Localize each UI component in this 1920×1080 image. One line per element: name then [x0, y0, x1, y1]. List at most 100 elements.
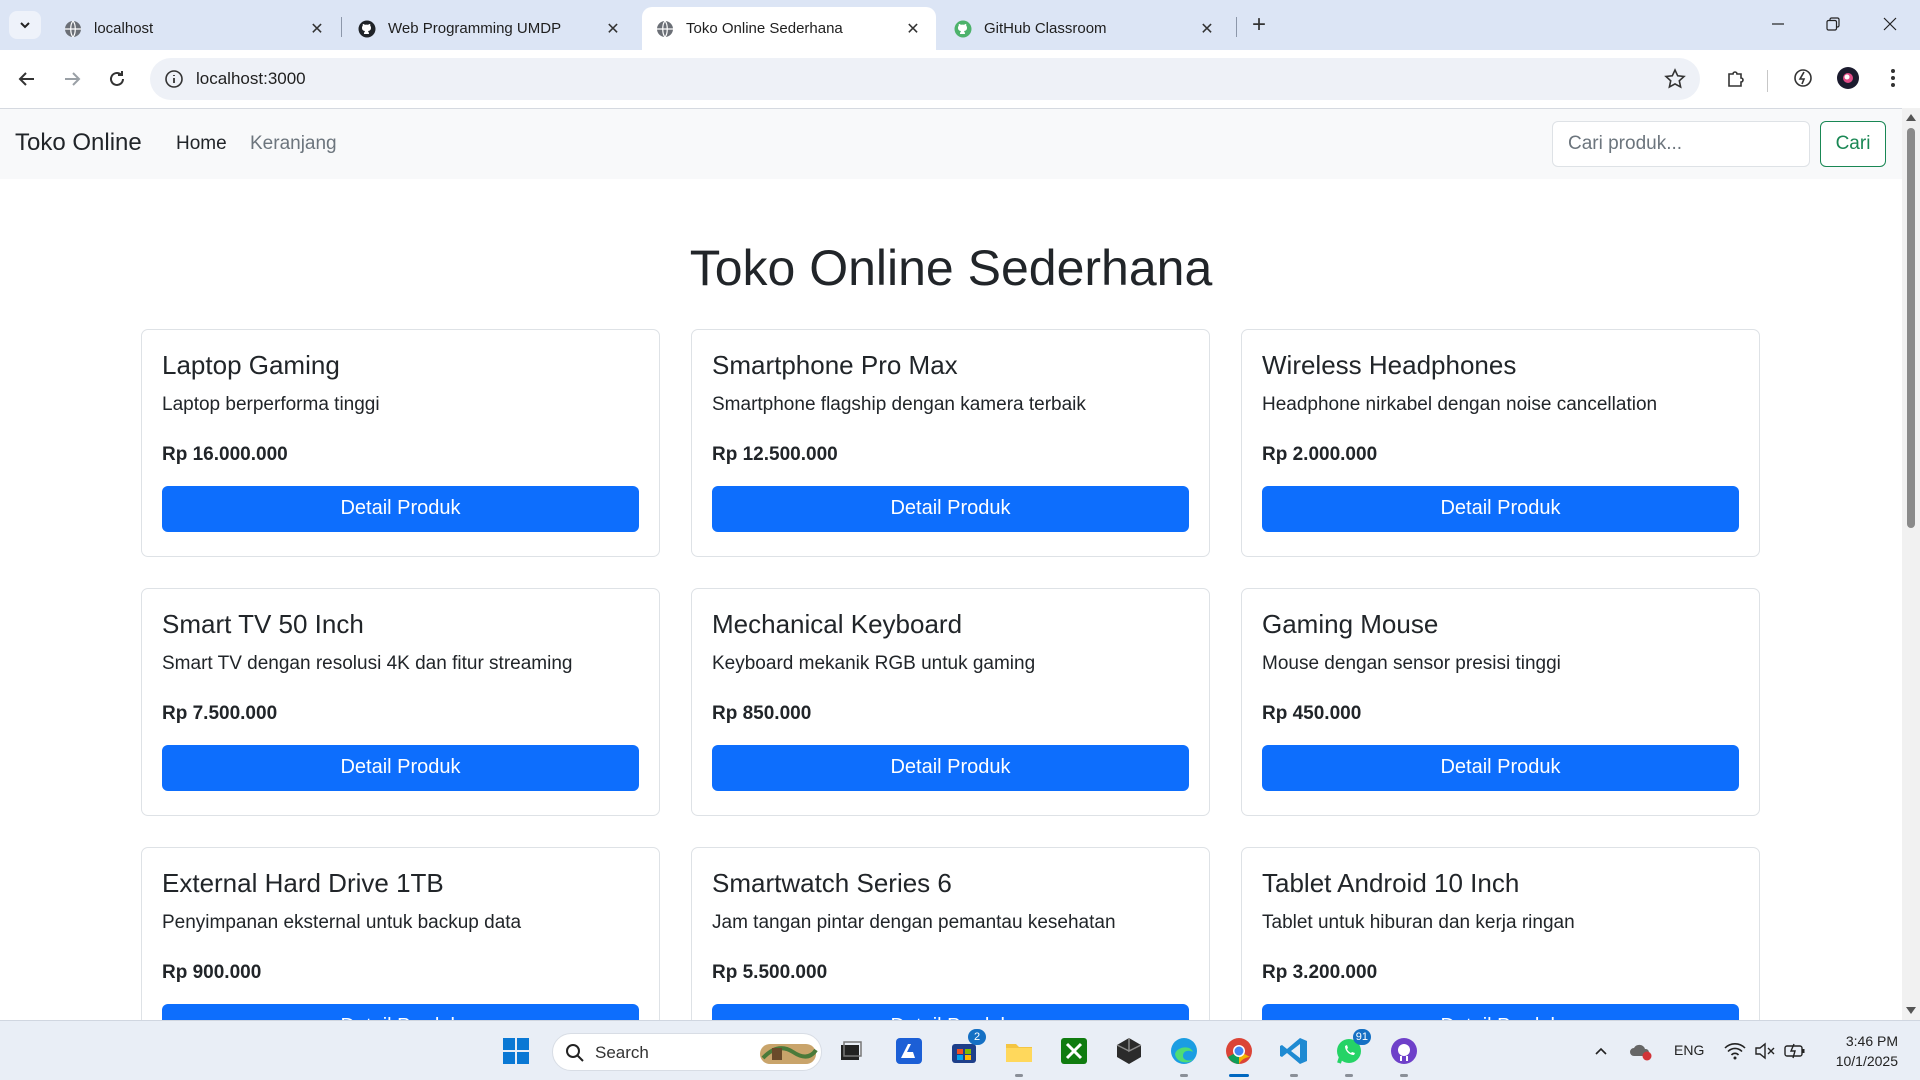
- product-name: Laptop Gaming: [162, 350, 340, 380]
- forward-button[interactable]: [55, 62, 89, 96]
- search-input[interactable]: [1552, 121, 1810, 167]
- taskbar-app-file-explorer[interactable]: [1003, 1035, 1035, 1077]
- toolbar-divider: [1767, 70, 1768, 92]
- taskbar-app-chrome[interactable]: [1223, 1035, 1255, 1077]
- site-info-icon[interactable]: [164, 69, 184, 89]
- taskbar-app-vscode[interactable]: [1278, 1035, 1310, 1077]
- detail-product-button[interactable]: Detail Produk: [1262, 1003, 1739, 1020]
- bookmark-star-icon[interactable]: [1664, 68, 1686, 90]
- running-indicator: [1345, 1074, 1353, 1077]
- address-bar[interactable]: localhost:3000: [150, 58, 1700, 100]
- scroll-up-arrow[interactable]: [1906, 114, 1916, 121]
- scroll-down-arrow[interactable]: [1906, 1007, 1916, 1014]
- new-tab-button[interactable]: +: [1244, 10, 1274, 40]
- product-price: Rp 16.000.000: [162, 443, 288, 465]
- wifi-tray[interactable]: [1719, 1035, 1751, 1067]
- product-price: Rp 850.000: [712, 702, 812, 724]
- url-text[interactable]: localhost:3000: [196, 69, 306, 89]
- product-name: Gaming Mouse: [1262, 609, 1439, 639]
- product-description: Headphone nirkabel dengan noise cancella…: [1262, 394, 1658, 416]
- browser-tab-strip: localhost ✕ Web Programming UMDP ✕ Toko …: [0, 0, 1920, 50]
- tab-search-button[interactable]: [9, 11, 41, 39]
- detail-product-button[interactable]: Detail Produk: [1262, 485, 1739, 532]
- scrollbar-thumb[interactable]: [1907, 128, 1915, 528]
- xbox-icon: [1061, 1038, 1087, 1064]
- battery-charging-icon: [1784, 1043, 1805, 1059]
- running-indicator: [1229, 1074, 1249, 1077]
- tab-toko-online[interactable]: Toko Online Sederhana ✕: [642, 7, 936, 50]
- detail-product-button[interactable]: Detail Produk: [162, 485, 639, 532]
- detail-product-button[interactable]: Detail Produk: [162, 1003, 639, 1020]
- performance-button[interactable]: [1790, 65, 1816, 91]
- battery-tray[interactable]: [1779, 1035, 1811, 1067]
- reload-button[interactable]: [100, 62, 134, 96]
- taskbar-clock[interactable]: 3:46 PM 10/1/2025: [1836, 1031, 1898, 1071]
- extensions-button[interactable]: [1723, 65, 1749, 91]
- tab-localhost[interactable]: localhost ✕: [50, 7, 340, 50]
- restore-icon: [1826, 17, 1840, 31]
- task-view-button[interactable]: [835, 1035, 867, 1067]
- performance-icon: [1794, 69, 1812, 87]
- minimize-icon: [1772, 23, 1784, 25]
- page-title: Toko Online Sederhana: [689, 240, 1213, 296]
- nav-link-home[interactable]: Home: [176, 133, 227, 155]
- search-button[interactable]: Cari: [1820, 121, 1886, 167]
- taskbar-app-xbox[interactable]: [1058, 1035, 1090, 1067]
- close-icon[interactable]: ✕: [1198, 20, 1216, 38]
- detail-product-button[interactable]: Detail Produk: [712, 1003, 1189, 1020]
- close-icon[interactable]: ✕: [308, 20, 326, 38]
- page-scrollbar[interactable]: [1902, 108, 1920, 1020]
- tab-web-programming[interactable]: Web Programming UMDP ✕: [344, 7, 636, 50]
- detail-product-button[interactable]: Detail Produk: [162, 744, 639, 791]
- product-card: Tablet Android 10 Inch Tablet untuk hibur…: [1241, 847, 1760, 1020]
- nav-link-cart[interactable]: Keranjang: [250, 133, 337, 155]
- clock-date: 10/1/2025: [1835, 1053, 1898, 1069]
- browser-toolbar: localhost:3000: [0, 50, 1920, 108]
- taskbar-search-box[interactable]: Search: [552, 1033, 822, 1071]
- clock-time: 3:46 PM: [1845, 1033, 1898, 1049]
- product-card: Smart TV 50 Inch Smart TV dengan resolusi…: [141, 588, 660, 816]
- close-icon[interactable]: ✕: [904, 20, 922, 38]
- windows-taskbar: Search 2 91 ENG 3:46 PM 10/1/2025: [0, 1020, 1920, 1080]
- back-button[interactable]: [10, 62, 44, 96]
- brand-link[interactable]: Toko Online: [15, 129, 142, 157]
- taskbar-app-unity[interactable]: [1113, 1035, 1145, 1067]
- taskbar-app-store[interactable]: 2: [948, 1029, 986, 1067]
- tab-title: localhost: [94, 20, 154, 37]
- product-name: Smart TV 50 Inch: [162, 609, 364, 639]
- windows-start-icon: [503, 1038, 529, 1064]
- onedrive-tray[interactable]: [1625, 1035, 1657, 1067]
- tab-github-classroom[interactable]: GitHub Classroom ✕: [940, 7, 1230, 50]
- restore-button[interactable]: [1813, 8, 1853, 40]
- start-button[interactable]: [500, 1035, 532, 1067]
- cloud-error-icon: [1630, 1044, 1652, 1061]
- page-viewport: Toko Online Home Keranjang Cari Toko Onl…: [0, 108, 1902, 1020]
- browser-menu-button[interactable]: [1880, 65, 1906, 91]
- search-highlight-icon: [760, 1044, 818, 1064]
- product-name: Smartphone Pro Max: [712, 350, 958, 380]
- minimize-button[interactable]: [1758, 8, 1798, 40]
- taskbar-app-whatsapp[interactable]: 91: [1333, 1029, 1371, 1077]
- close-window-button[interactable]: [1870, 8, 1910, 40]
- chrome-icon: [1226, 1038, 1252, 1064]
- taskbar-app-edge[interactable]: [1168, 1035, 1200, 1077]
- language-indicator[interactable]: ENG: [1674, 1042, 1704, 1058]
- volume-tray[interactable]: [1749, 1035, 1781, 1067]
- detail-product-button[interactable]: Detail Produk: [1262, 744, 1739, 791]
- taskbar-search-label: Search: [595, 1043, 649, 1062]
- detail-product-button[interactable]: Detail Produk: [712, 744, 1189, 791]
- detail-product-button[interactable]: Detail Produk: [712, 485, 1189, 532]
- profile-avatar[interactable]: [1835, 65, 1861, 91]
- product-price: Rp 5.500.000: [712, 961, 828, 983]
- product-card: Mechanical Keyboard Keyboard mekanik RGB …: [691, 588, 1210, 816]
- show-hidden-icons-button[interactable]: [1585, 1035, 1617, 1067]
- store-badge: 2: [968, 1029, 986, 1045]
- product-description: Penyimpanan eksternal untuk backup data: [162, 912, 522, 934]
- close-icon[interactable]: ✕: [604, 20, 622, 38]
- taskbar-app-copilot[interactable]: [893, 1035, 925, 1067]
- taskbar-app-github-desktop[interactable]: [1388, 1035, 1420, 1077]
- product-name: Mechanical Keyboard: [712, 609, 963, 639]
- whatsapp-badge: 91: [1352, 1029, 1371, 1045]
- running-indicator: [1180, 1074, 1188, 1077]
- product-card: Wireless Headphones Headphone nirkabel de…: [1241, 329, 1760, 557]
